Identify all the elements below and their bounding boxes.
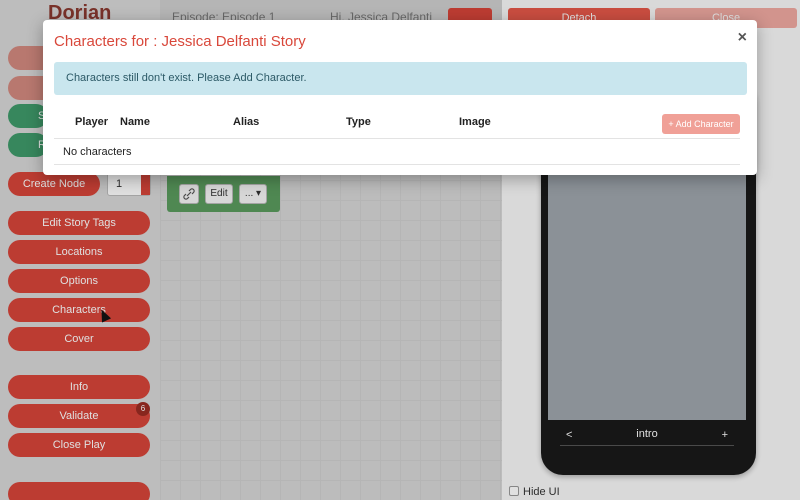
- column-header-image: Image: [459, 116, 491, 128]
- table-divider-bottom: [54, 164, 740, 165]
- column-header-alias: Alias: [233, 116, 260, 128]
- column-header-player: Player: [75, 116, 109, 128]
- empty-state-text: No characters: [63, 146, 132, 158]
- table-divider: [54, 138, 740, 139]
- modal-title: Characters for : Jessica Delfanti Story: [54, 33, 306, 50]
- close-icon[interactable]: ×: [738, 29, 747, 47]
- column-header-type: Type: [346, 116, 371, 128]
- characters-modal: Characters for : Jessica Delfanti Story …: [43, 20, 757, 175]
- column-header-name: Name: [120, 116, 150, 128]
- add-character-button[interactable]: + Add Character: [662, 114, 740, 134]
- info-alert: Characters still don't exist. Please Add…: [54, 62, 747, 95]
